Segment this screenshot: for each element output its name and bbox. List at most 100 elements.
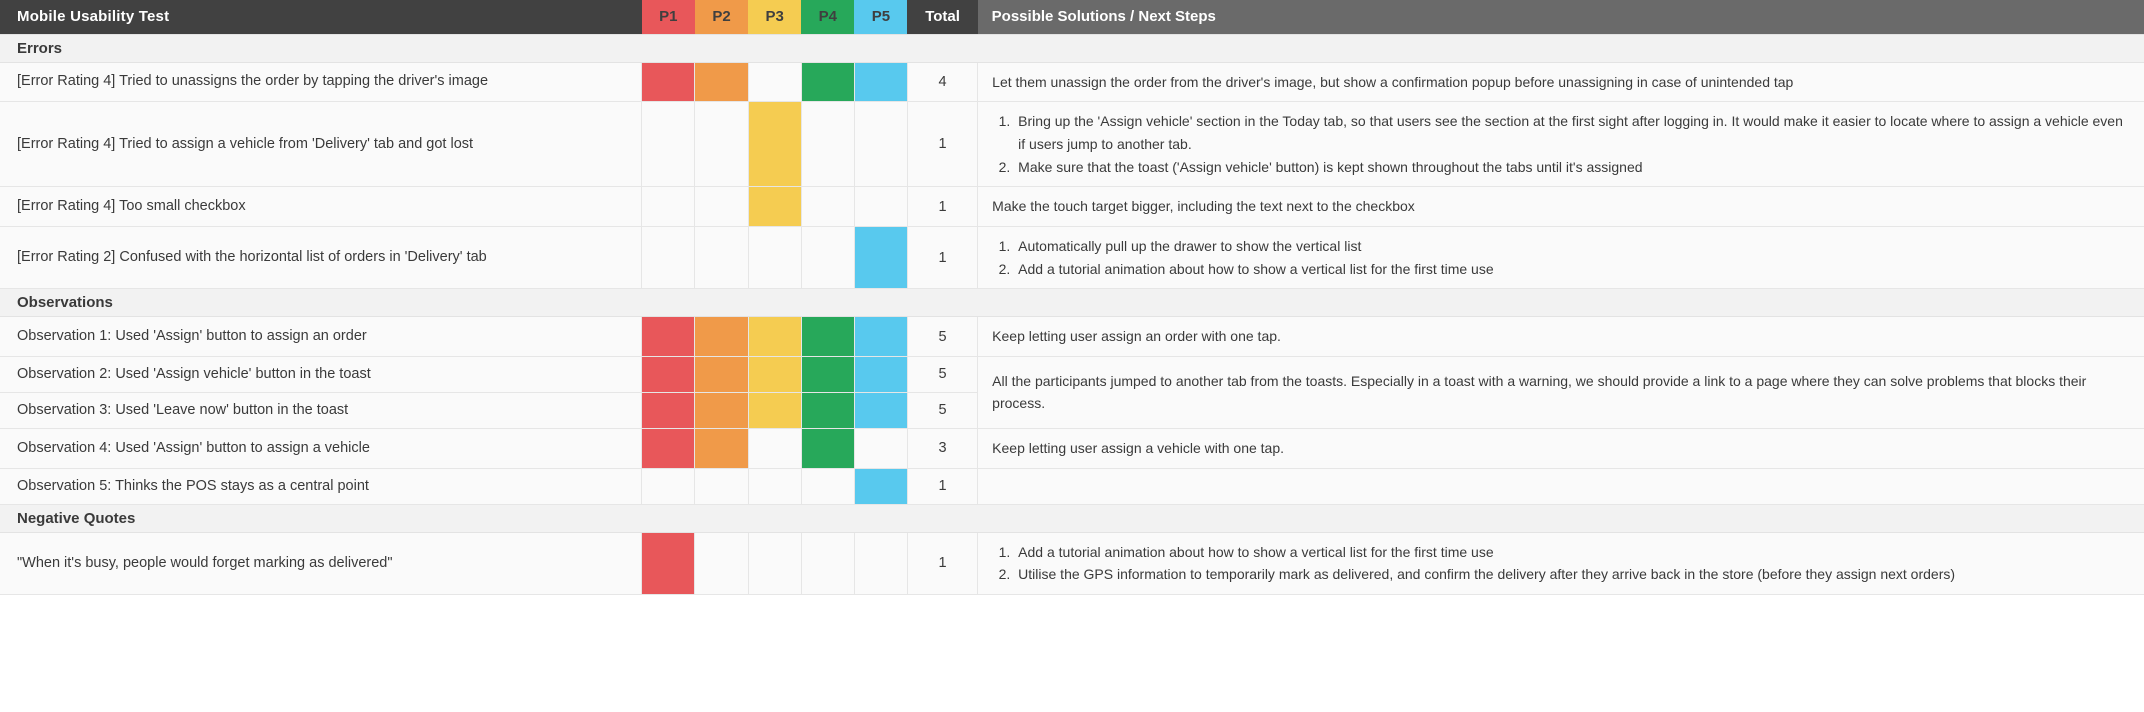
cell-p2[interactable] bbox=[694, 226, 749, 290]
cell-solution: Automatically pull up the drawer to show… bbox=[977, 226, 2144, 290]
cell-p2[interactable] bbox=[694, 62, 749, 103]
section-header-observations: Observations bbox=[0, 288, 2144, 318]
table-header: Mobile Usability Test P1 P2 P3 P4 P5 Tot… bbox=[0, 0, 2144, 34]
row-item-obs-3: Observation 3: Used 'Leave now' button i… bbox=[0, 392, 643, 429]
table-row[interactable]: Observation 2: Used 'Assign vehicle' but… bbox=[0, 356, 2144, 429]
cell-p3[interactable] bbox=[748, 316, 802, 357]
cell-p1[interactable] bbox=[641, 316, 696, 357]
cell-p2[interactable] bbox=[694, 392, 749, 429]
cell-p3[interactable] bbox=[748, 428, 802, 469]
cell-p1[interactable] bbox=[641, 392, 696, 429]
cell-solution: Let them unassign the order from the dri… bbox=[977, 62, 2144, 103]
cell-solution: Make the touch target bigger, including … bbox=[977, 186, 2144, 227]
solution-text: Let them unassign the order from the dri… bbox=[992, 73, 1794, 90]
cell-solution-merged: All the participants jumped to another t… bbox=[977, 356, 2144, 429]
table-row[interactable]: [Error Rating 4] Tried to unassigns the … bbox=[0, 62, 2144, 103]
row-item-error-2: [Error Rating 4] Tried to assign a vehic… bbox=[0, 101, 643, 188]
column-header-p2[interactable]: P2 bbox=[694, 0, 749, 34]
cell-p3[interactable] bbox=[748, 356, 802, 393]
cell-p5[interactable] bbox=[854, 468, 908, 505]
cell-total: 1 bbox=[907, 532, 979, 595]
cell-p3[interactable] bbox=[748, 186, 802, 227]
cell-p5[interactable] bbox=[854, 532, 908, 595]
row-item-obs-4: Observation 4: Used 'Assign' button to a… bbox=[0, 428, 643, 469]
table-row[interactable]: [Error Rating 2] Confused with the horiz… bbox=[0, 226, 2144, 290]
cell-p4[interactable] bbox=[801, 392, 855, 429]
cell-p2[interactable] bbox=[694, 316, 749, 357]
cell-p2[interactable] bbox=[694, 101, 749, 188]
column-header-p3[interactable]: P3 bbox=[748, 0, 802, 34]
cell-p1[interactable] bbox=[641, 226, 696, 290]
cell-p1[interactable] bbox=[641, 186, 696, 227]
cell-p4[interactable] bbox=[801, 428, 855, 469]
cell-p1[interactable] bbox=[641, 532, 696, 595]
cell-p1[interactable] bbox=[641, 428, 696, 469]
cell-p4[interactable] bbox=[801, 62, 855, 103]
cell-p5[interactable] bbox=[854, 186, 908, 227]
solution-list: Bring up the 'Assign vehicle' section in… bbox=[992, 110, 2128, 178]
solution-list-item: Bring up the 'Assign vehicle' section in… bbox=[1014, 110, 2128, 155]
cell-p2[interactable] bbox=[694, 186, 749, 227]
column-header-total[interactable]: Total bbox=[907, 0, 978, 34]
row-item-error-4: [Error Rating 2] Confused with the horiz… bbox=[0, 226, 643, 290]
table-row[interactable]: "When it's busy, people would forget mar… bbox=[0, 532, 2144, 595]
solution-list: Add a tutorial animation about how to sh… bbox=[992, 541, 2128, 586]
cell-total: 1 bbox=[907, 186, 979, 227]
cell-p2[interactable] bbox=[694, 468, 749, 505]
table-row[interactable]: [Error Rating 4] Too small checkbox 1 Ma… bbox=[0, 186, 2144, 227]
cell-p3[interactable] bbox=[748, 392, 802, 429]
cell-p2[interactable] bbox=[694, 356, 749, 393]
cell-p5[interactable] bbox=[854, 392, 908, 429]
cell-p4[interactable] bbox=[801, 226, 855, 290]
cell-p1[interactable] bbox=[641, 62, 696, 103]
cell-p3[interactable] bbox=[748, 101, 802, 188]
cell-total: 1 bbox=[907, 101, 979, 188]
solution-list-item: Add a tutorial animation about how to sh… bbox=[1014, 541, 2128, 564]
cell-p3[interactable] bbox=[748, 532, 802, 595]
column-header-p5[interactable]: P5 bbox=[854, 0, 908, 34]
cell-p5[interactable] bbox=[854, 316, 908, 357]
cell-p3[interactable] bbox=[748, 62, 802, 103]
cell-solution: Bring up the 'Assign vehicle' section in… bbox=[977, 101, 2144, 188]
cell-total: 1 bbox=[907, 468, 979, 505]
section-label-observations: Observations bbox=[0, 288, 2144, 318]
cell-p4[interactable] bbox=[801, 468, 855, 505]
solution-text: Make the touch target bigger, including … bbox=[992, 198, 1415, 215]
usability-test-table-app: Mobile Usability Test P1 P2 P3 P4 P5 Tot… bbox=[0, 0, 2144, 712]
cell-p3[interactable] bbox=[748, 468, 802, 505]
cell-p2[interactable] bbox=[694, 428, 749, 469]
cell-total: 4 bbox=[907, 62, 979, 103]
column-header-p4[interactable]: P4 bbox=[801, 0, 855, 34]
cell-p5[interactable] bbox=[854, 101, 908, 188]
cell-total: 3 bbox=[907, 428, 979, 469]
table-row[interactable]: Observation 4: Used 'Assign' button to a… bbox=[0, 428, 2144, 469]
column-header-p1[interactable]: P1 bbox=[641, 0, 695, 34]
cell-p3[interactable] bbox=[748, 226, 802, 290]
cell-total: 5 bbox=[907, 392, 979, 429]
column-header-solutions[interactable]: Possible Solutions / Next Steps bbox=[977, 0, 2144, 34]
cell-p5[interactable] bbox=[854, 428, 908, 469]
solution-list-item: Add a tutorial animation about how to sh… bbox=[1014, 258, 2128, 281]
cell-p5[interactable] bbox=[854, 62, 908, 103]
row-item-obs-1: Observation 1: Used 'Assign' button to a… bbox=[0, 316, 643, 357]
cell-p5[interactable] bbox=[854, 356, 908, 393]
cell-p4[interactable] bbox=[801, 532, 855, 595]
cell-p4[interactable] bbox=[801, 186, 855, 227]
solution-text: Keep letting user assign an order with o… bbox=[992, 328, 1281, 345]
cell-p4[interactable] bbox=[801, 356, 855, 393]
cell-p1[interactable] bbox=[641, 468, 696, 505]
cell-p4[interactable] bbox=[801, 101, 855, 188]
solution-list-item: Automatically pull up the drawer to show… bbox=[1014, 235, 2128, 258]
table-row[interactable]: [Error Rating 4] Tried to assign a vehic… bbox=[0, 101, 2144, 188]
cell-p5[interactable] bbox=[854, 226, 908, 290]
cell-p1[interactable] bbox=[641, 356, 696, 393]
table-row[interactable]: Observation 1: Used 'Assign' button to a… bbox=[0, 316, 2144, 357]
cell-solution: Add a tutorial animation about how to sh… bbox=[977, 532, 2144, 595]
cell-p1[interactable] bbox=[641, 101, 696, 188]
page-title: Mobile Usability Test bbox=[0, 0, 642, 34]
cell-solution: Keep letting user assign a vehicle with … bbox=[977, 428, 2144, 469]
cell-p2[interactable] bbox=[694, 532, 749, 595]
row-item-obs-2: Observation 2: Used 'Assign vehicle' but… bbox=[0, 356, 643, 393]
cell-p4[interactable] bbox=[801, 316, 855, 357]
table-row[interactable]: Observation 5: Thinks the POS stays as a… bbox=[0, 468, 2144, 505]
